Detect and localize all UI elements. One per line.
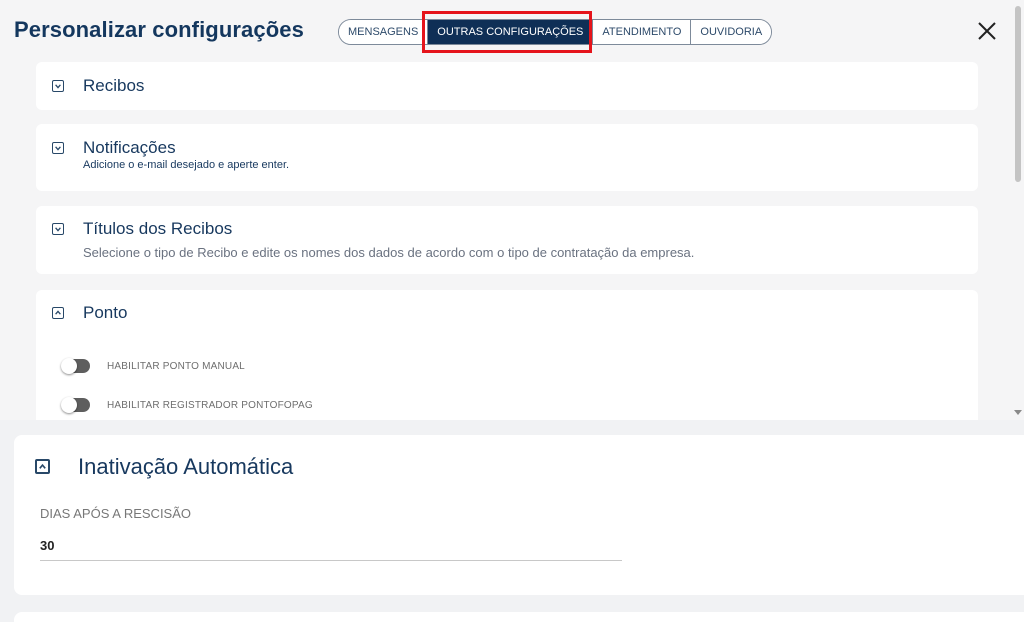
recibos-title: Recibos (83, 76, 145, 95)
notificacoes-title: Notificações (83, 138, 176, 157)
next-card (14, 612, 1024, 622)
inativacao-title: Inativação Automática (78, 454, 294, 479)
close-icon (978, 22, 996, 40)
toggle-row-ponto-manual: HABILITAR PONTO MANUAL (61, 357, 245, 375)
chevron-down-icon[interactable] (52, 142, 64, 154)
tab-ouvidoria[interactable]: OUVIDORIA (691, 20, 772, 44)
toggle-knob (61, 358, 77, 374)
settings-modal: Personalizar configurações MENSAGENS OUT… (0, 0, 1024, 420)
scroll-down-arrow-icon[interactable] (1014, 410, 1022, 415)
inativacao-automatica-card: Inativação Automática DIAS APÓS A RESCIS… (14, 435, 1024, 595)
toggle-knob (61, 397, 77, 413)
notificacoes-subtitle: Adicione o e-mail desejado e aperte ente… (83, 159, 290, 171)
modal-title: Personalizar configurações (14, 17, 304, 42)
ponto-manual-toggle[interactable] (61, 358, 90, 374)
tab-outras-configuracoes[interactable]: OUTRAS CONFIGURAÇÕES (428, 20, 594, 44)
chevron-up-icon[interactable] (35, 459, 50, 474)
registrador-pontofopag-label: HABILITAR REGISTRADOR PONTOFOPAG (107, 399, 313, 411)
notificacoes-section[interactable]: Notificações Adicione o e-mail desejado … (36, 124, 978, 191)
tab-mensagens[interactable]: MENSAGENS (339, 20, 429, 44)
chevron-up-icon[interactable] (52, 307, 64, 319)
tab-group: MENSAGENS OUTRAS CONFIGURAÇÕES ATENDIMEN… (338, 19, 773, 45)
dias-apos-rescisao-label: DIAS APÓS A RESCISÃO (40, 506, 192, 521)
chevron-down-icon[interactable] (52, 80, 64, 92)
titulos-recibos-title: Títulos dos Recibos (83, 219, 233, 238)
close-button[interactable] (975, 19, 999, 43)
input-underline (40, 560, 622, 561)
recibos-section[interactable]: Recibos (36, 62, 978, 110)
scrollbar-thumb[interactable] (1015, 6, 1021, 182)
ponto-section: Ponto HABILITAR PONTO MANUAL HABILITAR R… (36, 290, 978, 420)
titulos-recibos-subtitle: Selecione o tipo de Recibo e edite os no… (83, 245, 695, 260)
ponto-title: Ponto (83, 303, 128, 322)
toggle-row-registrador: HABILITAR REGISTRADOR PONTOFOPAG (61, 396, 313, 414)
tab-atendimento[interactable]: ATENDIMENTO (593, 20, 692, 44)
chevron-down-icon[interactable] (52, 223, 64, 235)
dias-apos-rescisao-input[interactable]: 30 (40, 538, 54, 553)
titulos-recibos-section[interactable]: Títulos dos Recibos Selecione o tipo de … (36, 206, 978, 274)
ponto-manual-label: HABILITAR PONTO MANUAL (107, 360, 245, 372)
modal-header: Personalizar configurações MENSAGENS OUT… (0, 0, 1012, 62)
registrador-pontofopag-toggle[interactable] (61, 397, 90, 413)
modal-scrollbar[interactable] (1012, 0, 1024, 420)
